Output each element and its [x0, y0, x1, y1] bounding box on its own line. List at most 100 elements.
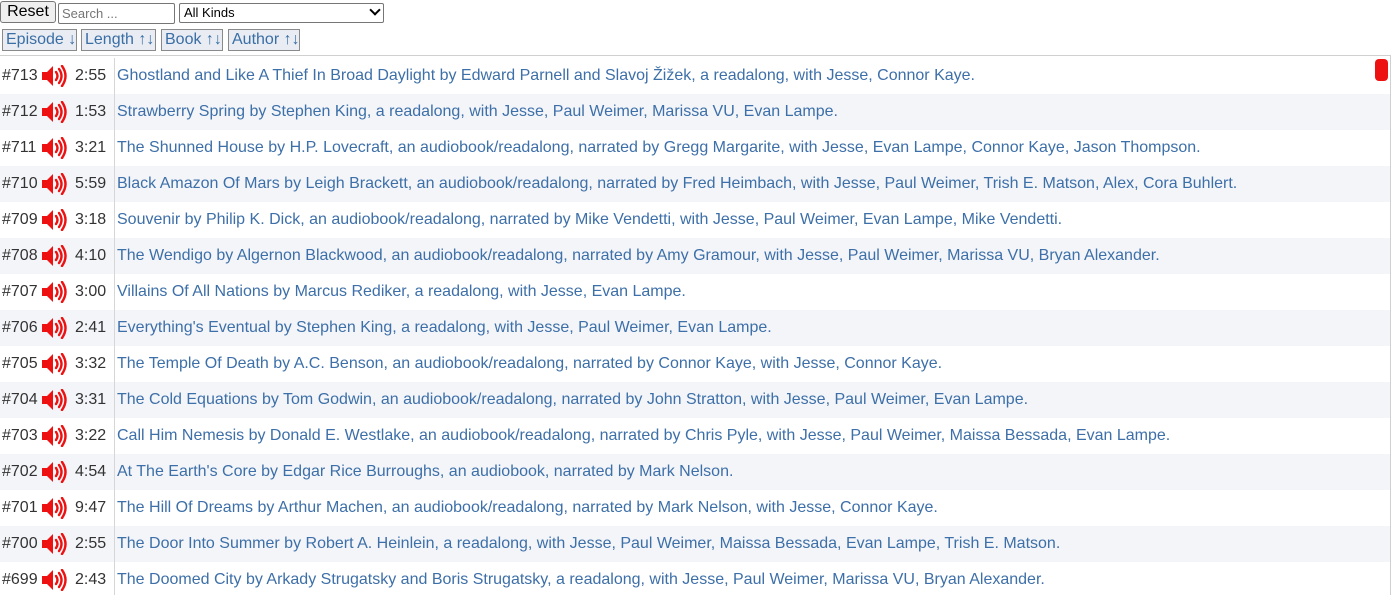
play-audio-icon[interactable] — [41, 496, 71, 520]
play-audio-icon[interactable] — [41, 100, 71, 124]
episode-title-link[interactable]: The Temple Of Death by A.C. Benson, an a… — [117, 346, 942, 382]
episode-length: 3:18 — [75, 211, 107, 228]
episode-length: 3:31 — [75, 391, 107, 408]
episode-title-link[interactable]: Call Him Nemesis by Donald E. Westlake, … — [117, 418, 1170, 454]
episode-title-link[interactable]: Souvenir by Philip K. Dick, an audiobook… — [117, 202, 1062, 238]
episode-length: 9:47 — [75, 499, 107, 516]
column-divider — [114, 202, 115, 238]
episode-row: #712 1:53 Strawberry Spring by Stephen Kin… — [0, 94, 1390, 130]
episode-length: 3:32 — [75, 355, 107, 372]
episode-row: #713 2:55 Ghostland and Like A Thief In Br… — [0, 58, 1390, 94]
episode-number: #703 — [2, 427, 38, 444]
kind-select[interactable]: All Kinds — [179, 3, 384, 23]
column-divider — [114, 58, 115, 94]
episode-length: 4:10 — [75, 247, 107, 264]
play-audio-icon[interactable] — [41, 460, 71, 484]
episode-row: #711 3:21 The Shunned House by H.P. Lovecr… — [0, 130, 1390, 166]
episode-row: #707 3:00 Villains Of All Nations by Marcu… — [0, 274, 1390, 310]
episode-row: #702 4:54 At The Earth's Core by Edgar Ric… — [0, 454, 1390, 490]
column-divider — [114, 310, 115, 346]
sort-book-button[interactable]: Book ↑↓ — [161, 29, 223, 51]
episode-length: 2:41 — [75, 319, 107, 336]
episode-number: #700 — [2, 535, 38, 552]
scrollbar-thumb[interactable] — [1375, 59, 1388, 81]
episode-title-link[interactable]: The Shunned House by H.P. Lovecraft, an … — [117, 130, 1201, 166]
kind-select-value: All Kinds — [184, 5, 235, 20]
play-audio-icon[interactable] — [41, 424, 71, 448]
episode-length: 1:53 — [75, 103, 107, 120]
episode-row: #703 3:22 Call Him Nemesis by Donald E. We… — [0, 418, 1390, 454]
episode-row: #704 3:31 The Cold Equations by Tom Godwin… — [0, 382, 1390, 418]
episode-length: 2:55 — [75, 67, 107, 84]
column-divider — [114, 130, 115, 166]
episode-row: #708 4:10 The Wendigo by Algernon Blackwoo… — [0, 238, 1390, 274]
search-input[interactable] — [58, 3, 175, 24]
play-audio-icon[interactable] — [41, 388, 71, 412]
column-divider — [114, 454, 115, 490]
sort-length-button[interactable]: Length ↑↓ — [81, 29, 156, 51]
episode-title-link[interactable]: Villains Of All Nations by Marcus Redike… — [117, 274, 686, 310]
sort-episode-button[interactable]: Episode ↓ — [2, 29, 77, 51]
column-divider — [114, 238, 115, 274]
episode-title-link[interactable]: Black Amazon Of Mars by Leigh Brackett, … — [117, 166, 1237, 202]
episode-title-link[interactable]: The Door Into Summer by Robert A. Heinle… — [117, 526, 1060, 562]
episode-list[interactable]: #713 2:55 Ghostland and Like A Thief In Br… — [0, 55, 1391, 595]
episode-length: 2:55 — [75, 535, 107, 552]
episode-number: #705 — [2, 355, 38, 372]
column-divider — [114, 418, 115, 454]
episode-number: #706 — [2, 319, 38, 336]
column-divider — [114, 274, 115, 310]
column-divider — [114, 166, 115, 202]
play-audio-icon[interactable] — [41, 568, 71, 592]
toolbar: Reset All Kinds — [0, 0, 1392, 28]
episode-title-link[interactable]: The Wendigo by Algernon Blackwood, an au… — [117, 238, 1160, 274]
episode-row: #700 2:55 The Door Into Summer by Robert A… — [0, 526, 1390, 562]
episode-number: #709 — [2, 211, 38, 228]
play-audio-icon[interactable] — [41, 136, 71, 160]
episode-length: 3:00 — [75, 283, 107, 300]
column-divider — [114, 346, 115, 382]
episode-row: #705 3:32 The Temple Of Death by A.C. Bens… — [0, 346, 1390, 382]
episode-row: #701 9:47 The Hill Of Dreams by Arthur Mac… — [0, 490, 1390, 526]
episode-title-link[interactable]: The Doomed City by Arkady Strugatsky and… — [117, 562, 1045, 595]
column-divider — [114, 526, 115, 562]
column-divider — [114, 562, 115, 595]
play-audio-icon[interactable] — [41, 352, 71, 376]
episode-row: #706 2:41 Everything's Eventual by Stephen… — [0, 310, 1390, 346]
episode-title-link[interactable]: The Cold Equations by Tom Godwin, an aud… — [117, 382, 1028, 418]
episode-length: 3:22 — [75, 427, 107, 444]
episode-number: #708 — [2, 247, 38, 264]
episode-number: #702 — [2, 463, 38, 480]
sort-bar: Episode ↓ Length ↑↓ Book ↑↓ Author ↑↓ — [0, 29, 1392, 51]
episode-number: #710 — [2, 175, 38, 192]
episode-title-link[interactable]: Ghostland and Like A Thief In Broad Dayl… — [117, 58, 975, 94]
column-divider — [114, 382, 115, 418]
episode-number: #699 — [2, 571, 38, 588]
play-audio-icon[interactable] — [41, 316, 71, 340]
column-divider — [114, 94, 115, 130]
episode-number: #712 — [2, 103, 38, 120]
episode-length: 3:21 — [75, 139, 107, 156]
play-audio-icon[interactable] — [41, 280, 71, 304]
episode-number: #704 — [2, 391, 38, 408]
episode-title-link[interactable]: Strawberry Spring by Stephen King, a rea… — [117, 94, 838, 130]
sort-author-button[interactable]: Author ↑↓ — [228, 29, 300, 51]
play-audio-icon[interactable] — [41, 244, 71, 268]
episode-row: #699 2:43 The Doomed City by Arkady Struga… — [0, 562, 1390, 595]
chevron-down-icon — [369, 4, 381, 16]
play-audio-icon[interactable] — [41, 64, 71, 88]
episode-title-link[interactable]: The Hill Of Dreams by Arthur Machen, an … — [117, 490, 938, 526]
episode-title-link[interactable]: At The Earth's Core by Edgar Rice Burrou… — [117, 454, 733, 490]
episode-number: #701 — [2, 499, 38, 516]
episode-number: #713 — [2, 67, 38, 84]
play-audio-icon[interactable] — [41, 208, 71, 232]
play-audio-icon[interactable] — [41, 172, 71, 196]
episode-length: 5:59 — [75, 175, 107, 192]
play-audio-icon[interactable] — [41, 532, 71, 556]
column-divider — [114, 490, 115, 526]
reset-button[interactable]: Reset — [0, 1, 56, 23]
episode-title-link[interactable]: Everything's Eventual by Stephen King, a… — [117, 310, 772, 346]
episode-length: 4:54 — [75, 463, 107, 480]
episode-number: #711 — [2, 139, 37, 156]
episode-number: #707 — [2, 283, 38, 300]
